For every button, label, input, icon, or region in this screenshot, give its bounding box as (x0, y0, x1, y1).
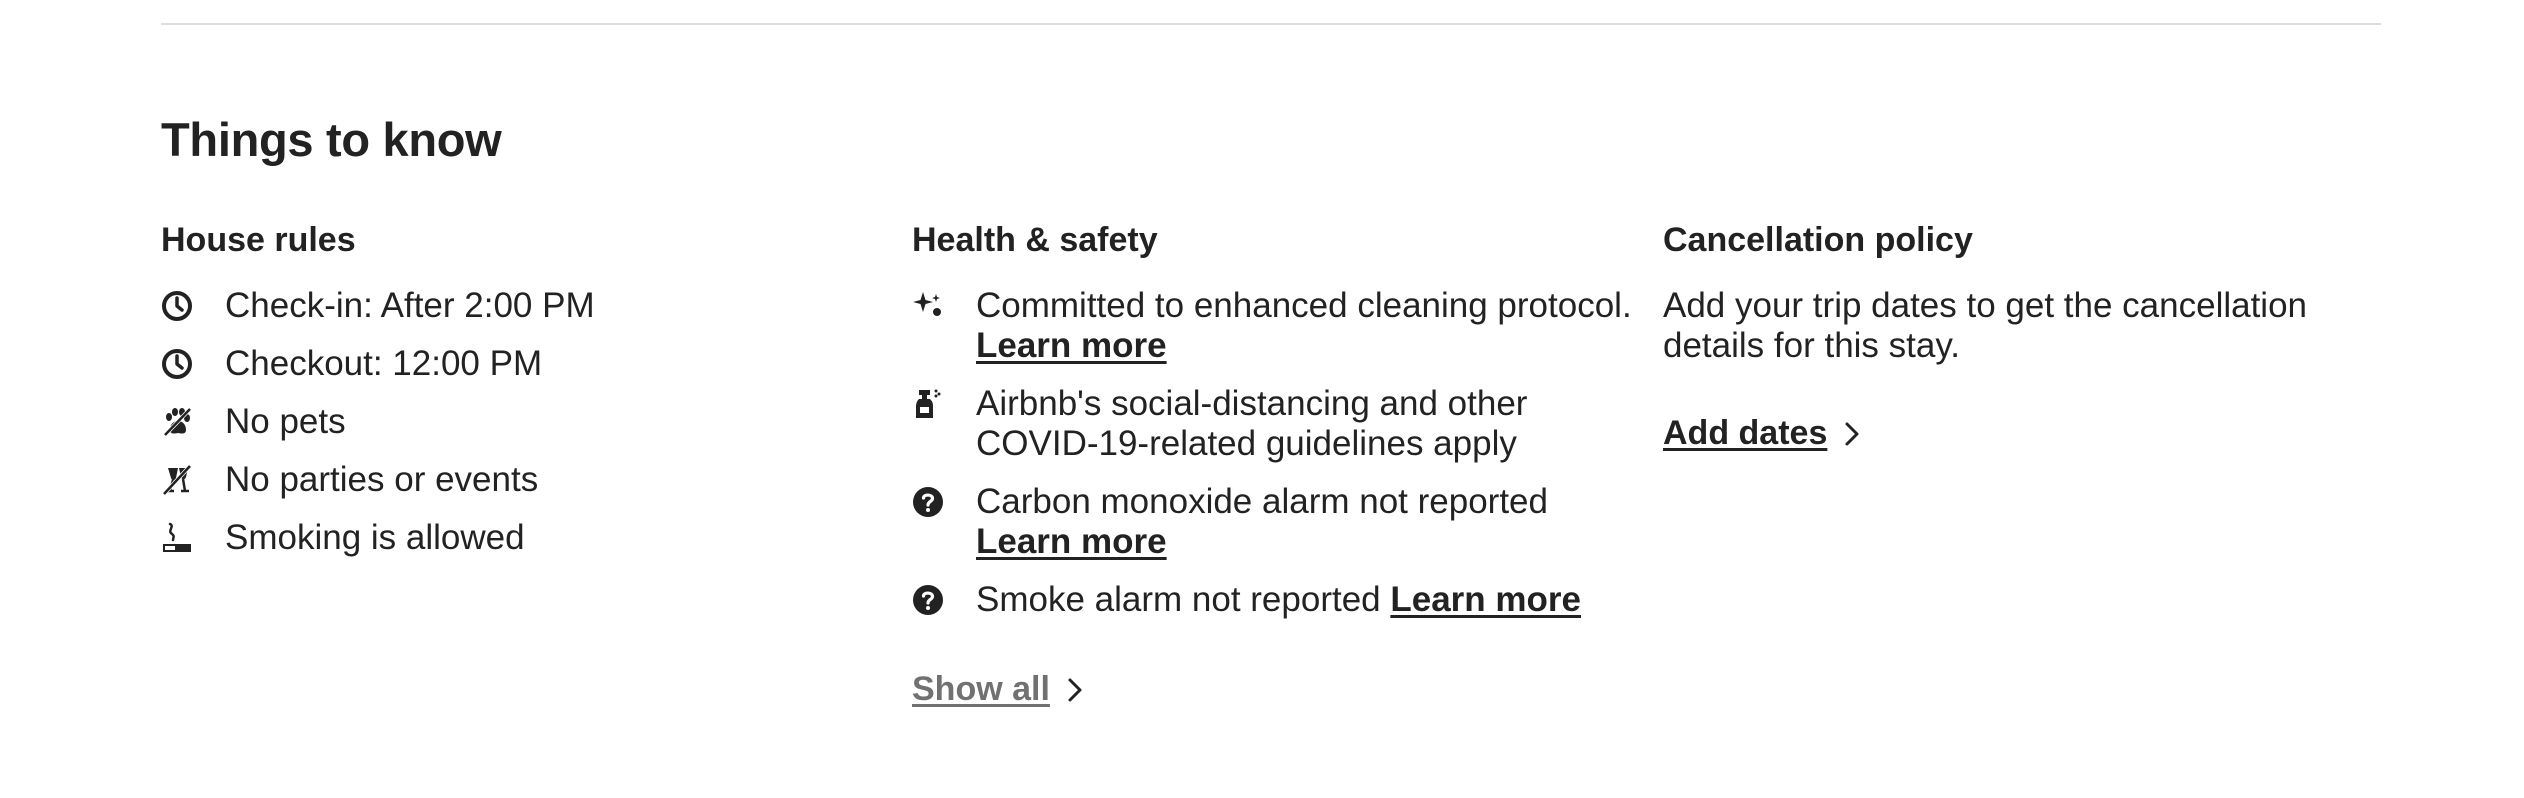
health-text: Airbnb's social-distancing and other COV… (976, 384, 1528, 463)
learn-more-link[interactable]: Learn more (976, 326, 1167, 365)
health-safety-column: Health & safety Committed to enhanced cl… (912, 220, 1632, 709)
clock-icon (161, 290, 193, 322)
question-circle-icon (912, 584, 944, 616)
spray-bottle-icon (912, 388, 944, 420)
health-safety-list: Committed to enhanced cleaning protocol.… (912, 286, 1632, 620)
health-text: Smoke alarm not reported Learn more (976, 580, 1581, 620)
clock-icon (161, 348, 193, 380)
rule-item-no-parties: No parties or events (161, 460, 861, 500)
rule-item-checkin: Check-in: After 2:00 PM (161, 286, 861, 326)
show-all-label: Show all (912, 670, 1050, 708)
smoking-icon (161, 522, 193, 554)
health-text: Committed to enhanced cleaning protocol.… (976, 286, 1632, 366)
no-pets-icon (161, 406, 193, 438)
health-text-body: Carbon monoxide alarm not reported (976, 482, 1548, 521)
health-text: Carbon monoxide alarm not reported Learn … (976, 482, 1548, 562)
house-rules-column: House rules Check-in: After 2:00 PM Chec… (161, 220, 861, 576)
rule-text: Smoking is allowed (225, 518, 525, 557)
chevron-right-icon (1064, 676, 1086, 704)
health-text-body: Smoke alarm not reported (976, 580, 1381, 619)
rule-item-no-pets: No pets (161, 402, 861, 442)
question-circle-icon (912, 486, 944, 518)
rule-item-checkout: Checkout: 12:00 PM (161, 344, 861, 384)
rule-text: Check-in: After 2:00 PM (225, 286, 595, 325)
health-item-distancing: Airbnb's social-distancing and other COV… (912, 384, 1632, 464)
rule-item-smoking: Smoking is allowed (161, 518, 861, 558)
cancellation-text: Add your trip dates to get the cancellat… (1663, 286, 2308, 365)
learn-more-link[interactable]: Learn more (1390, 580, 1581, 619)
sparkles-icon (912, 290, 944, 322)
health-text-body: Committed to enhanced cleaning protocol. (976, 286, 1632, 325)
cancellation-column: Cancellation policy Add your trip dates … (1663, 220, 2383, 453)
add-dates-label: Add dates (1663, 414, 1828, 452)
rule-text: Checkout: 12:00 PM (225, 344, 543, 383)
health-item-cleaning: Committed to enhanced cleaning protocol.… (912, 286, 1632, 366)
cancellation-heading: Cancellation policy (1663, 221, 1973, 259)
health-item-co-alarm: Carbon monoxide alarm not reported Learn … (912, 482, 1632, 562)
learn-more-link[interactable]: Learn more (976, 522, 1167, 561)
rule-text: No pets (225, 402, 346, 441)
rule-text: No parties or events (225, 460, 539, 499)
chevron-right-icon (1841, 420, 1863, 448)
section-title: Things to know (161, 113, 502, 166)
health-item-smoke-alarm: Smoke alarm not reported Learn more (912, 580, 1632, 620)
house-rules-heading: House rules (161, 221, 356, 259)
health-safety-heading: Health & safety (912, 221, 1158, 259)
add-dates-button[interactable]: Add dates (1663, 414, 1863, 453)
show-all-button[interactable]: Show all (912, 670, 1086, 709)
house-rules-list: Check-in: After 2:00 PM Checkout: 12:00 … (161, 286, 861, 558)
top-divider (161, 23, 2381, 25)
no-parties-icon (161, 464, 193, 496)
